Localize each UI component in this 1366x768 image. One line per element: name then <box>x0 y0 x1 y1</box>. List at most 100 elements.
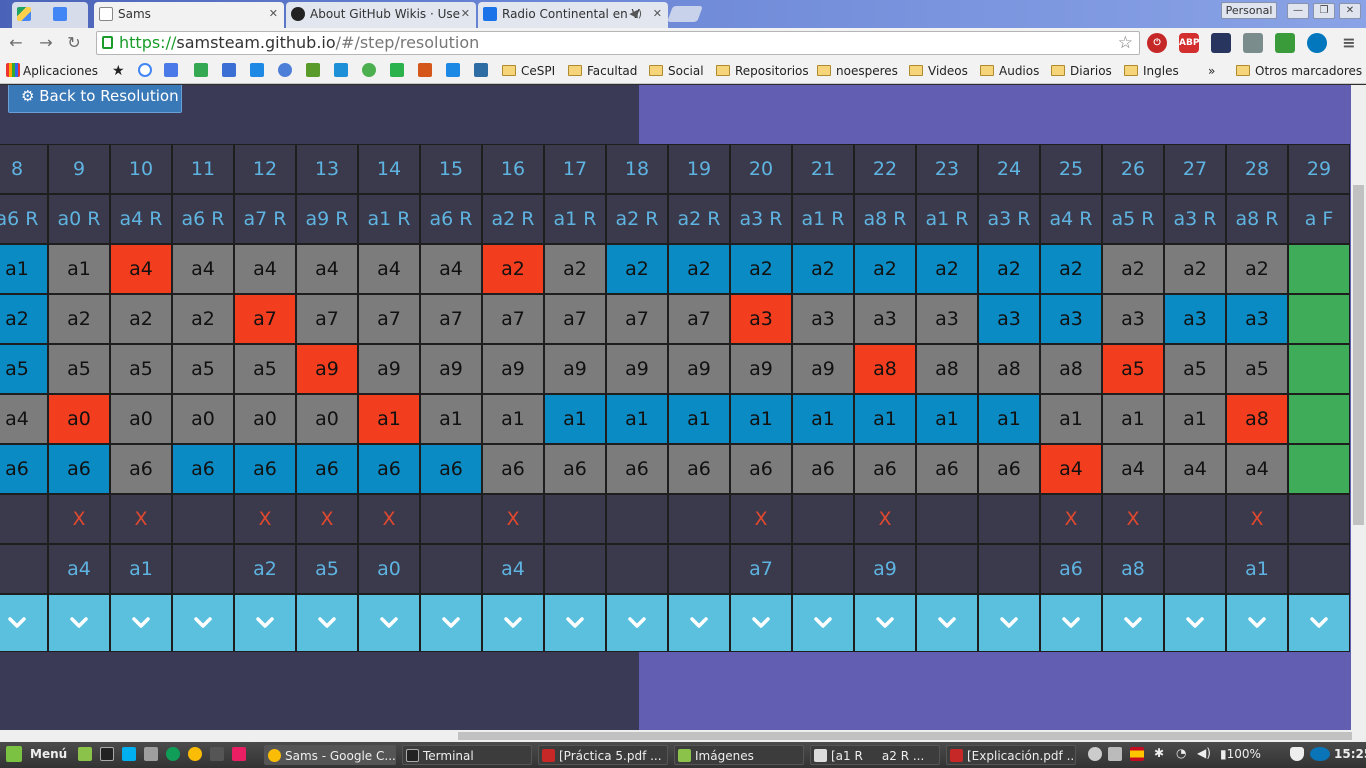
expand-step-button[interactable] <box>0 594 48 652</box>
taskbar-window[interactable]: [Explicación.pdf ... <box>946 745 1076 765</box>
files-icon[interactable] <box>78 747 92 761</box>
expand-step-button[interactable] <box>1226 594 1288 652</box>
user-icon[interactable] <box>1088 747 1102 761</box>
clipboard-icon[interactable] <box>1108 747 1122 761</box>
book-icon[interactable] <box>418 62 435 80</box>
app-icon[interactable] <box>232 747 246 761</box>
expand-step-button[interactable] <box>854 594 916 652</box>
hangouts-icon[interactable] <box>166 747 180 761</box>
expand-step-button[interactable] <box>606 594 668 652</box>
mega-icon[interactable] <box>278 62 295 80</box>
bookmark-folder-cespi[interactable]: CeSPI <box>502 62 555 80</box>
taskbar-window[interactable]: [a1 R a2 R ... <box>810 745 940 765</box>
menu-icon[interactable]: ≡ <box>1339 33 1359 53</box>
bookmark-folder-social[interactable]: Social <box>649 62 704 80</box>
expand-step-button[interactable] <box>172 594 234 652</box>
power-extension-icon[interactable]: ⏻ <box>1147 33 1167 53</box>
expand-step-button[interactable] <box>544 594 606 652</box>
volume-icon[interactable]: ◀) <box>1197 746 1211 760</box>
expand-step-button[interactable] <box>48 594 110 652</box>
cloud-icon[interactable] <box>250 62 267 80</box>
star-icon[interactable]: ★ <box>112 62 125 80</box>
chrome-icon[interactable] <box>188 747 202 761</box>
hp-icon[interactable] <box>1310 747 1330 761</box>
bookmark-folder-repositorios[interactable]: Repositorios <box>716 62 809 80</box>
maximize-icon[interactable]: ❐ <box>1313 3 1335 19</box>
close-icon[interactable]: ✕ <box>653 2 662 26</box>
app-icon[interactable] <box>210 747 224 761</box>
taskbar-window[interactable]: Sams - Google C... <box>264 745 396 765</box>
apps-bookmark[interactable]: Aplicaciones <box>6 62 98 80</box>
tab-sams[interactable]: Sams ✕ <box>94 2 284 28</box>
plant-icon[interactable] <box>306 62 323 80</box>
menu-button[interactable]: Menú <box>30 747 67 761</box>
translate-icon[interactable] <box>164 62 181 80</box>
expand-step-button[interactable] <box>1040 594 1102 652</box>
puzzle-icon[interactable] <box>1243 33 1263 53</box>
expand-step-button[interactable] <box>420 594 482 652</box>
extension-icon[interactable] <box>1307 33 1327 53</box>
horizontal-scrollbar[interactable] <box>0 730 1366 742</box>
feedly-icon[interactable] <box>390 62 407 80</box>
expand-step-button[interactable] <box>668 594 730 652</box>
google-icon[interactable] <box>138 62 155 80</box>
reload-icon[interactable]: ↻ <box>64 33 84 53</box>
mint-logo-icon[interactable] <box>6 746 22 762</box>
app-icon[interactable] <box>144 747 158 761</box>
keyboard-layout-icon[interactable] <box>1130 747 1144 761</box>
shield-icon[interactable] <box>1290 747 1304 761</box>
bookmark-folder-diarios[interactable]: Diarios <box>1051 62 1112 80</box>
scroll-thumb[interactable] <box>458 732 1352 740</box>
link-icon[interactable] <box>362 62 379 80</box>
back-to-resolution-button[interactable]: ⚙ Back to Resolution <box>8 85 182 113</box>
close-icon[interactable]: ✕ <box>269 2 278 26</box>
expand-step-button[interactable] <box>730 594 792 652</box>
vertical-scrollbar[interactable] <box>1351 85 1366 730</box>
profile-button[interactable]: Personal <box>1221 2 1277 19</box>
expand-step-button[interactable] <box>296 594 358 652</box>
expand-step-button[interactable] <box>1164 594 1226 652</box>
forward-arrow-icon[interactable]: → <box>36 33 56 53</box>
expand-step-button[interactable] <box>482 594 544 652</box>
expand-step-button[interactable] <box>234 594 296 652</box>
tab-github[interactable]: About GitHub Wikis · Use ✕ <box>286 2 476 28</box>
trello-icon[interactable] <box>474 62 491 80</box>
taskbar-window[interactable]: [Práctica 5.pdf ... <box>538 745 668 765</box>
maps-icon[interactable] <box>194 62 211 80</box>
tab-inbox[interactable] <box>48 2 88 28</box>
battery-indicator[interactable]: ▮100% <box>1220 747 1261 761</box>
adblock-icon[interactable]: ABP <box>1179 33 1199 53</box>
scroll-thumb[interactable] <box>1353 185 1364 525</box>
bookmark-folder-ingles[interactable]: Ingles <box>1124 62 1179 80</box>
expand-step-button[interactable] <box>792 594 854 652</box>
bookmark-folder-facultad[interactable]: Facultad <box>568 62 637 80</box>
expand-step-button[interactable] <box>1102 594 1164 652</box>
taskbar-window[interactable]: Imágenes <box>674 745 804 765</box>
address-bar[interactable]: https://samsteam.github.io/#/step/resolu… <box>96 31 1140 55</box>
close-window-icon[interactable]: ✕ <box>1339 3 1361 19</box>
skype-icon[interactable] <box>334 62 351 80</box>
chat-icon[interactable] <box>446 62 463 80</box>
minimize-icon[interactable]: — <box>1287 3 1309 19</box>
expand-step-button[interactable] <box>110 594 172 652</box>
back-arrow-icon[interactable]: ← <box>6 33 26 53</box>
expand-step-button[interactable] <box>1288 594 1350 652</box>
skype-icon[interactable] <box>122 747 136 761</box>
extension-icon[interactable] <box>1211 33 1231 53</box>
new-tab-button[interactable] <box>667 6 703 22</box>
bookmark-folder-other[interactable]: Otros marcadores <box>1236 62 1362 80</box>
mail-icon[interactable] <box>222 62 239 80</box>
bookmark-folder-audios[interactable]: Audios <box>980 62 1039 80</box>
terminal-icon[interactable] <box>100 747 114 761</box>
expand-step-button[interactable] <box>978 594 1040 652</box>
bookmark-folder-noesperes[interactable]: noesperes <box>817 62 898 80</box>
bookmark-star-icon[interactable]: ☆ <box>1118 32 1133 54</box>
expand-step-button[interactable] <box>916 594 978 652</box>
wifi-icon[interactable]: ◔ <box>1176 746 1186 760</box>
bookmarks-overflow-button[interactable]: » <box>1208 62 1215 80</box>
extension-icon[interactable] <box>1275 33 1295 53</box>
bluetooth-icon[interactable]: ✱ <box>1154 746 1164 760</box>
close-icon[interactable]: ✕ <box>461 2 470 26</box>
taskbar-window[interactable]: Terminal <box>402 745 532 765</box>
bookmark-folder-videos[interactable]: Videos <box>909 62 968 80</box>
